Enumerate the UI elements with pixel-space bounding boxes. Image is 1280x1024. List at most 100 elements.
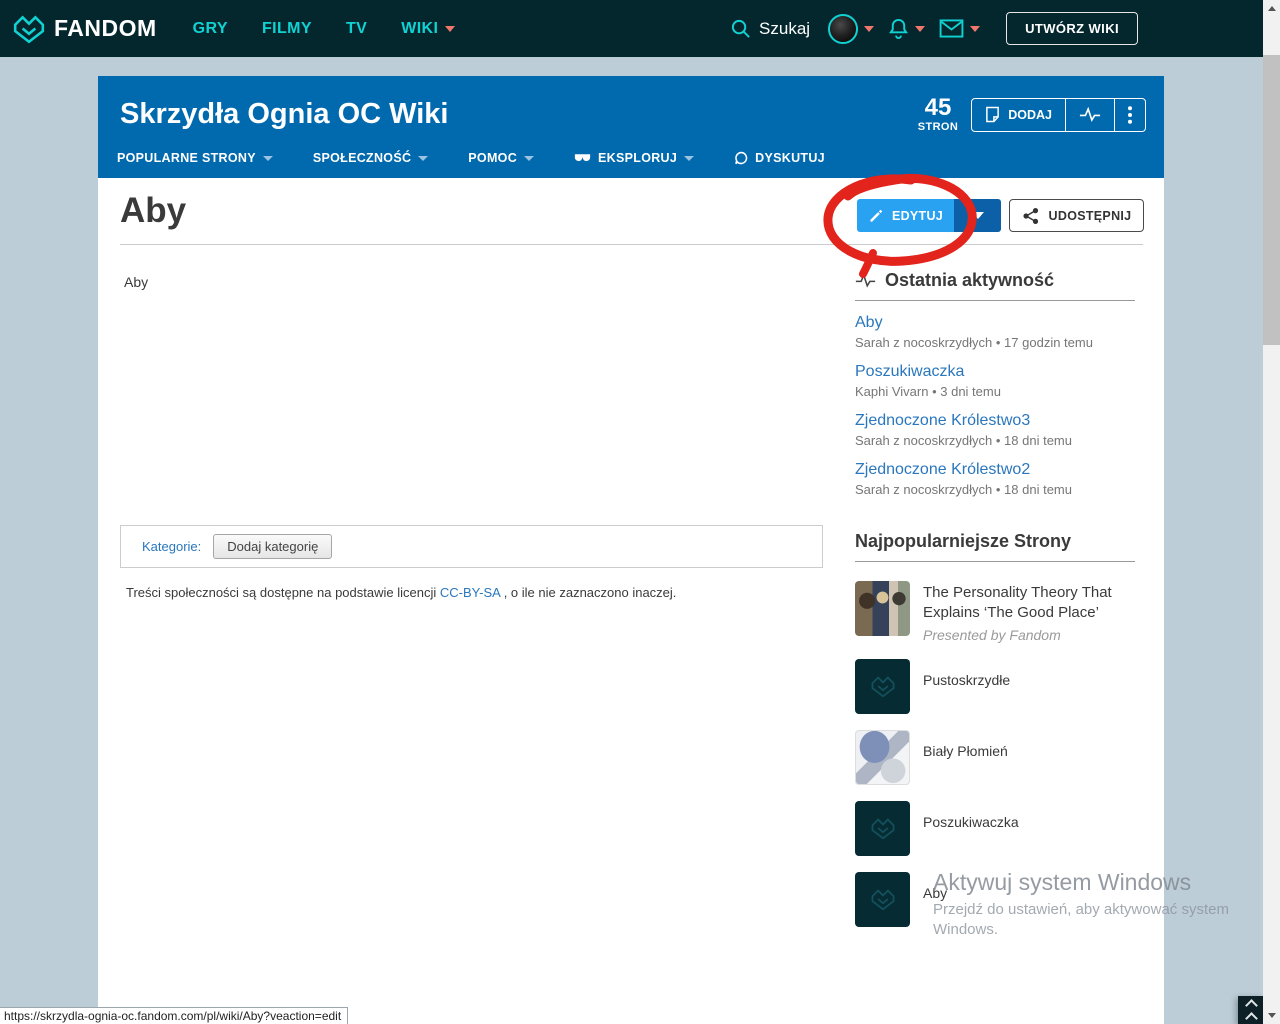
activity-meta: Sarah z nocoskrzydłych • 17 godzin temu — [855, 335, 1135, 350]
fandom-heart-icon — [870, 888, 896, 911]
bell-icon — [888, 17, 909, 40]
popular-page-link[interactable]: Pustoskrzydłe — [923, 659, 1010, 714]
activity-meta: Sarah z nocoskrzydłych • 18 dni temu — [855, 433, 1135, 448]
notifications-menu[interactable] — [888, 17, 925, 40]
pencil-icon — [868, 208, 884, 224]
popular-thumbnail-placeholder[interactable] — [855, 872, 910, 927]
user-menu[interactable] — [828, 14, 874, 44]
chevron-down-icon — [445, 26, 455, 32]
wiki-activity-button[interactable] — [1065, 99, 1114, 131]
activity-link[interactable]: Zjednoczone Królestwo3 — [855, 412, 1030, 430]
wiki-local-nav: POPULARNE STRONY SPOŁECZNOŚĆ POMOC EKSPL… — [117, 151, 825, 165]
title-divider — [120, 244, 1143, 245]
chevron-down-icon — [684, 156, 694, 161]
activity-link[interactable]: Aby — [855, 314, 883, 332]
popular-thumbnail-placeholder[interactable] — [855, 801, 910, 856]
chevron-down-icon — [418, 156, 428, 161]
chevron-down-icon — [524, 156, 534, 161]
wiki-action-group: DODAJ — [971, 98, 1146, 132]
popular-page-link[interactable]: The Personality Theory That Explains ‘Th… — [923, 581, 1138, 624]
categories-link[interactable]: Kategorie: — [142, 539, 201, 554]
discussion-bubble-icon — [734, 151, 748, 165]
activity-link[interactable]: Poszukiwaczka — [855, 363, 964, 381]
scrollbar-up-button[interactable] — [1263, 0, 1280, 17]
scrollbar-thumb[interactable] — [1263, 55, 1280, 345]
chevron-down-icon — [263, 156, 273, 161]
fandom-heart-icon — [12, 14, 46, 44]
nav-spolecznosc[interactable]: SPOŁECZNOŚĆ — [313, 151, 428, 165]
wiki-header: Skrzydła Ognia OC Wiki 45 STRON DODAJ — [98, 76, 1164, 178]
edit-dropdown-button[interactable] — [954, 199, 1001, 232]
topnav-item-wiki[interactable]: WIKI — [401, 20, 455, 38]
activity-item: Zjednoczone Królestwo3 Sarah z nocoskrzy… — [855, 412, 1135, 448]
wiki-header-actions: 45 STRON DODAJ — [918, 96, 1146, 133]
chevron-down-icon — [972, 212, 984, 219]
new-page-icon — [985, 106, 1000, 123]
edit-button[interactable]: EDYTUJ — [857, 199, 954, 232]
create-wiki-button[interactable]: UTWÓRZ WIKI — [1006, 12, 1138, 45]
search-icon — [730, 18, 751, 39]
activity-pulse-icon — [855, 273, 876, 288]
popular-page-item: Poszukiwaczka — [855, 801, 1135, 856]
chevron-down-icon — [915, 26, 925, 32]
page-count: 45 STRON — [918, 96, 959, 133]
search-label: Szukaj — [759, 19, 810, 39]
global-navbar: FANDOM GRY FILMY TV WIKI Szukaj — [0, 0, 1280, 57]
right-rail: Ostatnia aktywność Aby Sarah z nocoskrzy… — [855, 270, 1135, 927]
page-action-buttons: EDYTUJ UDOSTĘPNIJ — [857, 199, 1144, 232]
popular-page-subtitle: Presented by Fandom — [923, 627, 1138, 643]
avatar[interactable] — [828, 14, 858, 44]
envelope-icon — [939, 19, 964, 38]
fandom-heart-icon — [870, 817, 896, 840]
fandom-wordmark: FANDOM — [54, 15, 157, 42]
popular-page-link[interactable]: Poszukiwaczka — [923, 801, 1019, 856]
popular-page-item: The Personality Theory That Explains ‘Th… — [855, 581, 1135, 643]
share-button[interactable]: UDOSTĘPNIJ — [1009, 199, 1144, 232]
global-search[interactable]: Szukaj — [730, 18, 810, 39]
popular-page-link[interactable]: Biały Płomień — [923, 730, 1008, 785]
topnav-menu: GRY FILMY TV WIKI — [193, 20, 456, 38]
popular-page-item: Aby — [855, 872, 1135, 927]
add-category-button[interactable]: Dodaj kategorię — [213, 534, 332, 559]
popular-pages-header: Najpopularniejsze Strony — [855, 531, 1135, 562]
page-canvas: Skrzydła Ognia OC Wiki 45 STRON DODAJ — [98, 76, 1164, 1024]
category-box: Kategorie: Dodaj kategorię — [120, 525, 823, 568]
popular-page-link[interactable]: Aby — [923, 872, 947, 927]
popular-thumbnail-dragon[interactable] — [855, 730, 910, 785]
fandom-logo[interactable]: FANDOM — [12, 14, 157, 44]
share-icon — [1022, 207, 1040, 225]
page-count-label: STRON — [918, 122, 959, 133]
activity-item: Zjednoczone Królestwo2 Sarah z nocoskrzy… — [855, 461, 1135, 497]
triangle-up-icon — [1268, 6, 1276, 11]
add-page-button[interactable]: DODAJ — [972, 99, 1065, 131]
triangle-down-icon — [1268, 1013, 1276, 1018]
chevron-up-icon — [1245, 1012, 1258, 1024]
messages-menu[interactable] — [939, 19, 980, 38]
nav-popularne-strony[interactable]: POPULARNE STRONY — [117, 151, 273, 165]
topnav-item-gry[interactable]: GRY — [193, 20, 228, 38]
activity-pulse-icon — [1079, 107, 1101, 122]
license-text: Treści społeczności są dostępne na podst… — [126, 585, 676, 600]
popular-thumbnail-photo[interactable] — [855, 581, 910, 636]
activity-meta: Sarah z nocoskrzydłych • 18 dni temu — [855, 482, 1135, 497]
scroll-to-top-button[interactable] — [1238, 996, 1264, 1024]
scrollbar-down-button[interactable] — [1263, 1007, 1280, 1024]
page-title: Aby — [120, 191, 186, 231]
chevron-up-icon — [1245, 999, 1258, 1012]
vertical-scrollbar[interactable] — [1263, 0, 1280, 1024]
wiki-title[interactable]: Skrzydła Ognia OC Wiki — [120, 98, 449, 131]
page-count-number: 45 — [918, 96, 959, 120]
chevron-down-icon — [970, 26, 980, 32]
activity-meta: Kaphi Vivarn • 3 dni temu — [855, 384, 1135, 399]
nav-pomoc[interactable]: POMOC — [468, 151, 534, 165]
popular-thumbnail-placeholder[interactable] — [855, 659, 910, 714]
popular-page-item: Pustoskrzydłe — [855, 659, 1135, 714]
nav-dyskutuj[interactable]: DYSKUTUJ — [734, 151, 825, 165]
article-page: Aby EDYTUJ — [98, 178, 1164, 1024]
topnav-item-filmy[interactable]: FILMY — [262, 20, 312, 38]
nav-eksploruj[interactable]: EKSPLORUJ — [574, 151, 694, 165]
activity-link[interactable]: Zjednoczone Królestwo2 — [855, 461, 1030, 479]
cc-by-sa-link[interactable]: CC-BY-SA — [440, 585, 500, 600]
wiki-more-button[interactable] — [1114, 99, 1145, 131]
topnav-item-tv[interactable]: TV — [346, 20, 367, 38]
